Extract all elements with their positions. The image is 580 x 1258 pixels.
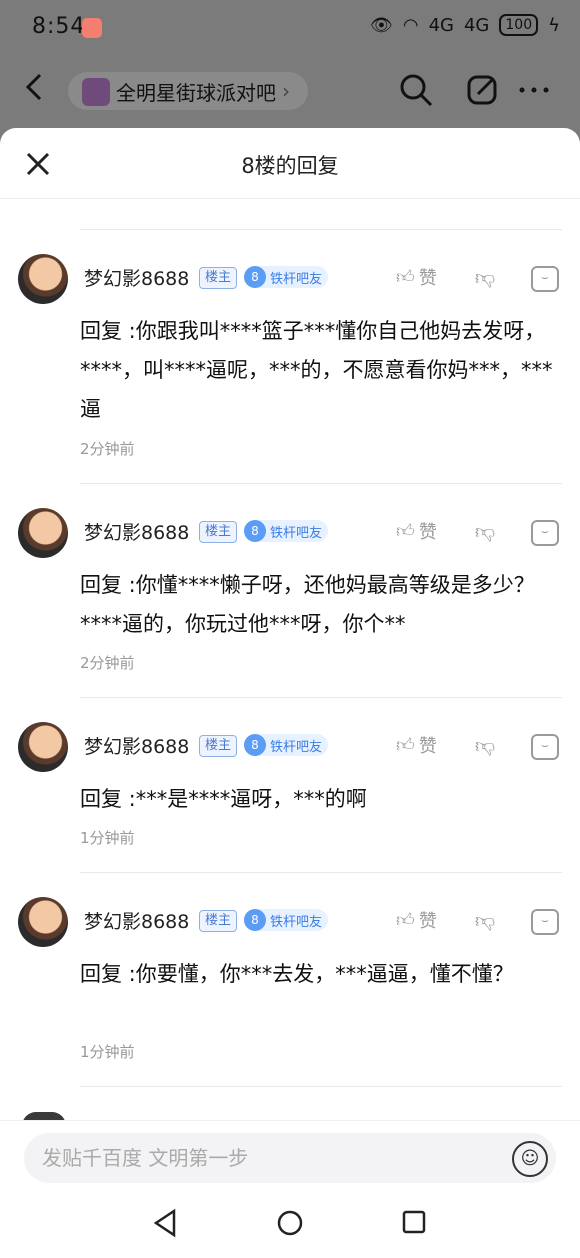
username[interactable]: 梦幻影8688 (84, 907, 189, 934)
status-icons: 👁 ◠ 4G 4G 100 ϟ (370, 14, 560, 36)
emoji-icon[interactable]: ☺ (512, 1141, 548, 1177)
level-number: 8 (244, 266, 266, 288)
notification-app-icon (82, 18, 102, 38)
like-button[interactable]: 👍︎ 赞 (396, 518, 437, 544)
divider (80, 872, 562, 873)
divider (80, 483, 562, 484)
share-icon[interactable] (464, 72, 500, 108)
reply-icon[interactable]: ⌣ (531, 909, 559, 935)
like-button[interactable]: 👍︎ 赞 (396, 264, 437, 290)
owner-badge: 楼主 (199, 735, 238, 757)
level-badge: 8 铁杆吧友 (244, 909, 329, 931)
level-number: 8 (244, 734, 266, 756)
level-number: 8 (244, 909, 266, 931)
eye-icon: 👁 (370, 14, 393, 36)
battery-icon: 100 (499, 14, 539, 36)
like-label: 赞 (418, 911, 437, 932)
owner-badge: 楼主 (199, 521, 238, 543)
scrolled-remnant (80, 198, 160, 206)
like-label: 赞 (418, 268, 437, 289)
reply-icon[interactable]: ⌣ (531, 734, 559, 760)
thumbs-up-icon: 👍︎ (396, 735, 415, 756)
reply-text[interactable]: 回复 :***是****逼呀，***的啊 (80, 780, 560, 819)
level-badge: 8 铁杆吧友 (244, 520, 329, 542)
forum-name: 全明星街球派对吧 (116, 80, 276, 105)
thumbs-down-icon[interactable]: 👎︎ (472, 733, 498, 759)
level-title: 铁杆吧友 (270, 271, 323, 287)
charging-icon: ϟ (548, 14, 560, 36)
chevron-right-icon: › (282, 79, 290, 103)
signal-2-icon: 4G (463, 14, 490, 36)
reply-icon[interactable]: ⌣ (531, 266, 559, 292)
reply-text[interactable]: 回复 :你懂****懒子呀，还他妈最高等级是多少？****逼的，你玩过他***呀… (80, 566, 560, 644)
level-title: 铁杆吧友 (270, 739, 323, 755)
level-title: 铁杆吧友 (270, 914, 323, 930)
forum-avatar (82, 78, 110, 106)
nav-home-icon[interactable] (270, 1208, 310, 1244)
chevron-left-icon[interactable] (24, 72, 44, 110)
avatar[interactable] (18, 897, 68, 947)
level-number: 8 (244, 520, 266, 542)
reply-icon[interactable]: ⌣ (531, 520, 559, 546)
thumbs-down-icon[interactable]: 👎︎ (472, 908, 498, 934)
avatar[interactable] (18, 508, 68, 558)
avatar[interactable] (18, 254, 68, 304)
sheet-title: 8楼的回复 (241, 154, 339, 178)
reply-input[interactable] (24, 1133, 556, 1183)
divider (80, 229, 562, 230)
username[interactable]: 梦幻影8688 (84, 732, 189, 759)
reply-time: 2分钟前 (80, 654, 135, 672)
reply-text[interactable]: 回复 :你要懂，你***去发，***逼逼，懂不懂？ (80, 955, 560, 994)
search-icon[interactable] (398, 72, 434, 108)
owner-badge: 楼主 (199, 267, 238, 289)
signal-1-icon: 4G (428, 14, 454, 36)
thumbs-up-icon: 👍︎ (396, 910, 415, 931)
reply-time: 2分钟前 (80, 440, 135, 458)
more-icon[interactable] (516, 72, 552, 108)
reply-time: 1分钟前 (80, 829, 135, 847)
username[interactable]: 梦幻影8688 (84, 264, 189, 291)
nav-back-icon[interactable] (146, 1208, 186, 1244)
reply-time: 1分钟前 (80, 1043, 135, 1061)
like-button[interactable]: 👍︎ 赞 (396, 732, 437, 758)
thumbs-up-icon: 👍︎ (396, 521, 415, 542)
level-badge: 8 铁杆吧友 (244, 266, 329, 288)
like-label: 赞 (418, 736, 437, 757)
level-title: 铁杆吧友 (270, 525, 323, 541)
reply-text[interactable]: 回复 :你跟我叫****篮子***懂你自己他妈去发呀，****，叫****逼呢，… (80, 312, 560, 429)
thumbs-down-icon[interactable]: 👎︎ (472, 519, 498, 545)
username[interactable]: 梦幻影8688 (84, 518, 189, 545)
thumbs-down-icon[interactable]: 👎︎ (472, 265, 498, 291)
nav-recents-icon[interactable] (394, 1208, 434, 1244)
like-button[interactable]: 👍︎ 赞 (396, 907, 437, 933)
owner-badge: 楼主 (199, 910, 238, 932)
divider (80, 697, 562, 698)
like-label: 赞 (418, 522, 437, 543)
reply-sheet (0, 128, 580, 1257)
status-time: 8:54 (32, 14, 86, 39)
avatar[interactable] (18, 722, 68, 772)
level-badge: 8 铁杆吧友 (244, 734, 329, 756)
wifi-icon: ◠ (402, 14, 419, 36)
thumbs-up-icon: 👍︎ (396, 267, 415, 288)
divider (80, 1086, 562, 1087)
